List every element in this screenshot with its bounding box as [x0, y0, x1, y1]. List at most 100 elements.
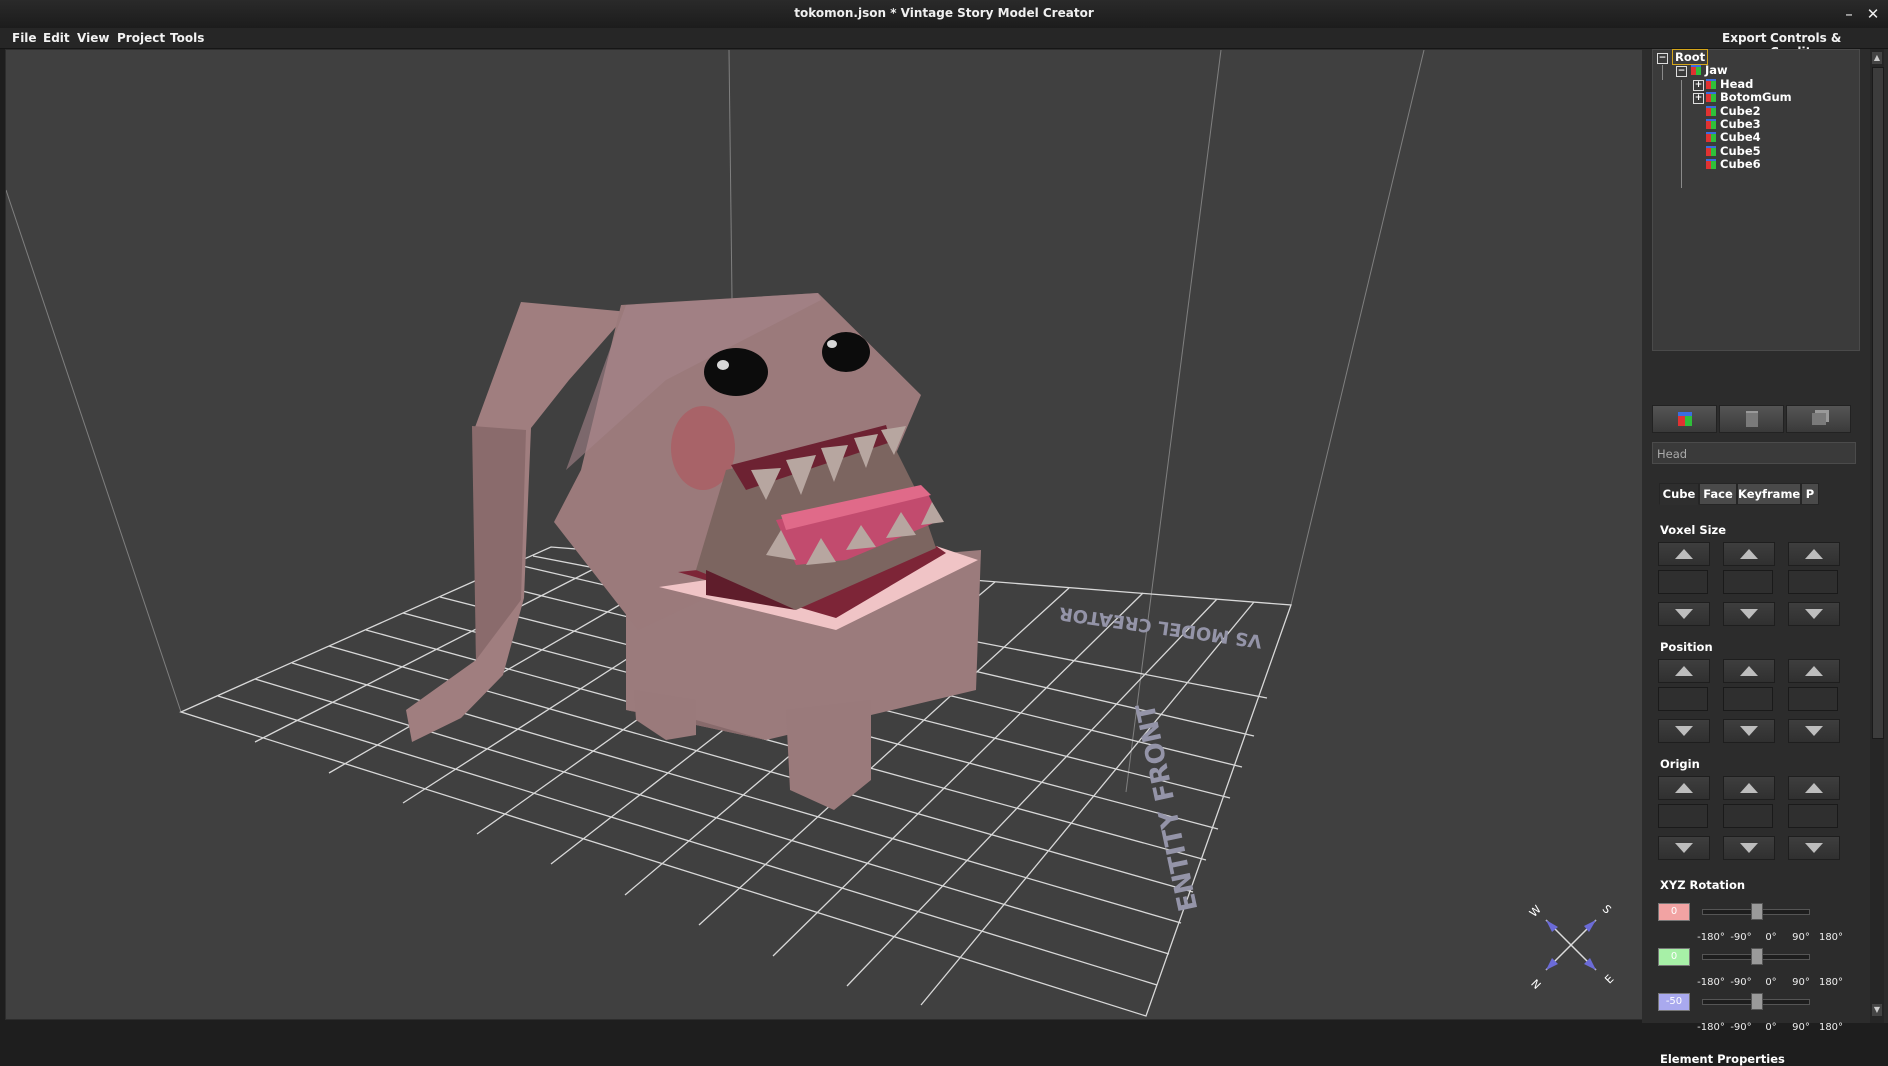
delete-button[interactable] [1719, 405, 1784, 433]
origin-x-increase-button[interactable] [1658, 776, 1710, 800]
rotation-x-field[interactable]: 0 [1658, 903, 1690, 921]
voxel-y-field[interactable] [1723, 570, 1773, 594]
collapse-icon[interactable]: − [1657, 53, 1668, 64]
voxel-x-decrease-button[interactable] [1658, 602, 1710, 626]
add-cube-button[interactable] [1652, 405, 1717, 433]
element-name-field[interactable]: Head [1652, 442, 1856, 464]
cube-icon [1706, 106, 1716, 116]
position-y-decrease-button[interactable] [1723, 719, 1775, 743]
duplicate-button[interactable] [1786, 405, 1851, 433]
sidebar-scrollbar[interactable]: ▲ ▼ [1870, 49, 1884, 1023]
cube-icon [1706, 132, 1716, 142]
position-z-decrease-button[interactable] [1788, 719, 1840, 743]
tick-label: -180° [1697, 1022, 1725, 1033]
3d-viewport[interactable]: VS MODEL CREATOR ENTITY FRONT W S E N [5, 49, 1643, 1020]
tree-node-label: Cube3 [1720, 117, 1761, 131]
compass-e-label: E [1602, 972, 1616, 986]
window-title: tokomon.json * Vintage Story Model Creat… [794, 6, 1094, 20]
tick-label: 180° [1818, 932, 1844, 943]
tree-node-botomgum[interactable]: + BotomGum [1693, 90, 1792, 105]
tree-node-content: BotomGum [1706, 90, 1792, 104]
menu-bar: File Edit View Project Tools Export Cont… [0, 28, 1888, 59]
floor-label-back: VS MODEL CREATOR [1058, 602, 1264, 651]
compass-w-label: W [1527, 903, 1544, 920]
tick-label: 90° [1792, 1022, 1810, 1033]
voxel-z-decrease-button[interactable] [1788, 602, 1840, 626]
origin-y-increase-button[interactable] [1723, 776, 1775, 800]
tree-line [1662, 65, 1663, 80]
tick-label: 180° [1818, 1022, 1844, 1033]
close-button[interactable]: ✕ [1862, 3, 1884, 25]
menu-project[interactable]: Project [117, 31, 165, 45]
origin-z-increase-button[interactable] [1788, 776, 1840, 800]
menu-export[interactable]: Export [1722, 31, 1766, 45]
tick-label: 0° [1765, 977, 1777, 988]
trash-icon [1745, 411, 1758, 427]
rotation-z-slider[interactable] [1702, 993, 1810, 1010]
position-x-increase-button[interactable] [1658, 659, 1710, 683]
position-y-field[interactable] [1723, 687, 1773, 711]
scroll-up-icon[interactable]: ▲ [1872, 52, 1882, 64]
tab-keyframe[interactable]: Keyframe [1737, 483, 1801, 505]
tree-node-label: Head [1720, 77, 1754, 91]
slider-thumb[interactable] [1751, 903, 1763, 920]
element-properties-label: Element Properties [1660, 1052, 1785, 1066]
tree-node-content: Jaw [1691, 63, 1728, 77]
voxel-size-label: Voxel Size [1660, 523, 1727, 537]
tree-node-jaw[interactable]: − Jaw [1676, 63, 1728, 78]
voxel-z-increase-button[interactable] [1788, 542, 1840, 566]
floor-label-front: ENTITY FRONT [1131, 700, 1204, 914]
rotation-z-ticks: -180° -90° 0° 90° 180° [1696, 1022, 1846, 1033]
scrollbar-thumb[interactable] [1872, 67, 1884, 739]
menu-tools[interactable]: Tools [170, 31, 204, 45]
tree-node-cube4[interactable]: Cube4 [1706, 130, 1761, 145]
slider-thumb[interactable] [1751, 948, 1763, 965]
tree-node-content: Head [1706, 77, 1753, 91]
position-label: Position [1660, 640, 1713, 654]
voxel-y-decrease-button[interactable] [1723, 602, 1775, 626]
menu-edit[interactable]: Edit [43, 31, 70, 45]
tab-cube[interactable]: Cube [1659, 483, 1699, 505]
rotation-z-field[interactable]: -50 [1658, 993, 1690, 1011]
rotation-x-slider[interactable] [1702, 903, 1810, 920]
position-x-decrease-button[interactable] [1658, 719, 1710, 743]
expand-icon[interactable]: + [1693, 93, 1704, 104]
origin-y-field[interactable] [1723, 804, 1773, 828]
origin-z-field[interactable] [1788, 804, 1838, 828]
tick-label: 180° [1818, 977, 1844, 988]
collapse-icon[interactable]: − [1676, 66, 1687, 77]
origin-label: Origin [1660, 757, 1700, 771]
minimize-button[interactable]: – [1838, 3, 1860, 25]
tree-node-label: BotomGum [1720, 90, 1792, 104]
position-z-field[interactable] [1788, 687, 1838, 711]
tokomon-model [406, 293, 981, 810]
menu-file[interactable]: File [12, 31, 37, 45]
element-tree[interactable]: − Root − Jaw + Head + BotomGum Cube2 Cub… [1652, 49, 1860, 351]
cube-icon [1706, 146, 1716, 156]
position-x-field[interactable] [1658, 687, 1708, 711]
tick-label: 90° [1792, 932, 1810, 943]
slider-thumb[interactable] [1751, 993, 1763, 1010]
rotation-y-slider[interactable] [1702, 948, 1810, 965]
origin-x-field[interactable] [1658, 804, 1708, 828]
position-z-increase-button[interactable] [1788, 659, 1840, 683]
tick-label: -90° [1730, 1022, 1752, 1033]
tab-face[interactable]: Face [1699, 483, 1737, 505]
voxel-x-field[interactable] [1658, 570, 1708, 594]
position-y-increase-button[interactable] [1723, 659, 1775, 683]
rotation-y-field[interactable]: 0 [1658, 948, 1690, 966]
origin-z-decrease-button[interactable] [1788, 836, 1840, 860]
tree-node-label: Jaw [1705, 63, 1728, 77]
tree-node-label: Cube5 [1720, 144, 1761, 158]
origin-x-decrease-button[interactable] [1658, 836, 1710, 860]
menu-view[interactable]: View [77, 31, 109, 45]
voxel-x-increase-button[interactable] [1658, 542, 1710, 566]
scroll-down-icon[interactable]: ▼ [1872, 1004, 1882, 1016]
voxel-z-field[interactable] [1788, 570, 1838, 594]
cube-icon [1691, 65, 1701, 75]
origin-y-decrease-button[interactable] [1723, 836, 1775, 860]
voxel-y-increase-button[interactable] [1723, 542, 1775, 566]
compass-n-label: N [1528, 977, 1543, 992]
tree-node-cube6[interactable]: Cube6 [1706, 157, 1761, 172]
tab-p[interactable]: P [1801, 483, 1819, 505]
